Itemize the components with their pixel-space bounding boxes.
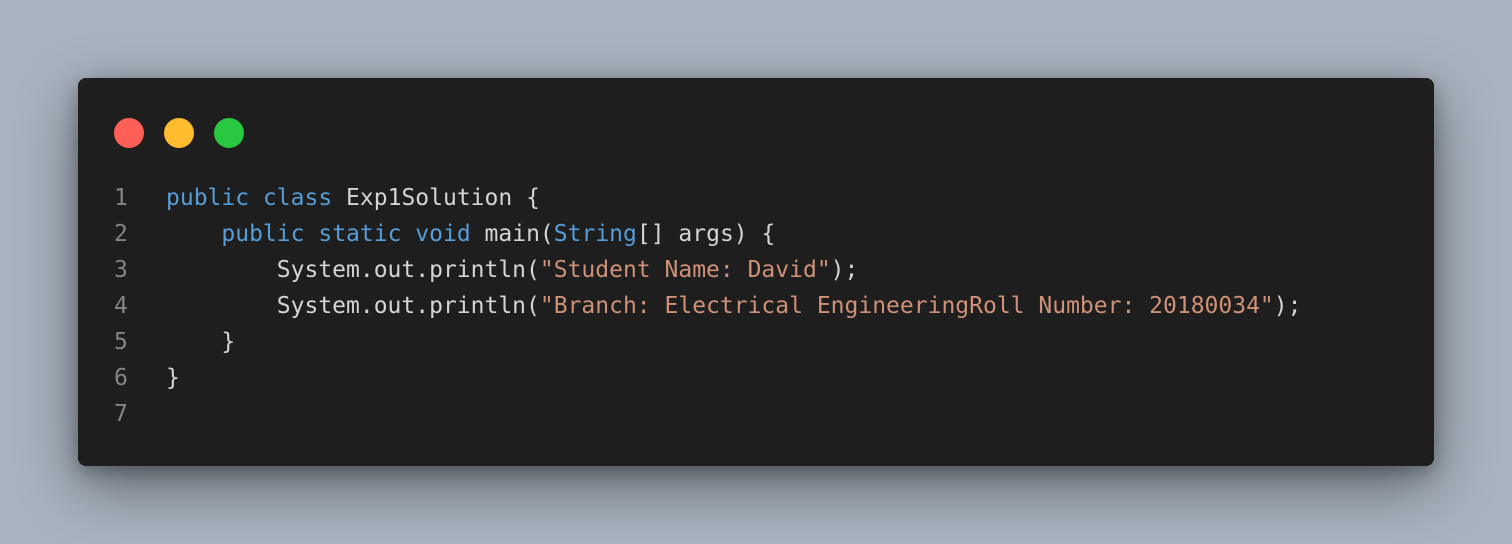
keyword-token: void [415, 221, 471, 247]
code-token: [] args) { [636, 221, 776, 247]
line-text: } [166, 324, 235, 360]
maximize-dot-icon[interactable] [214, 118, 244, 148]
code-line: 3 System.out.println("Student Name: Davi… [78, 252, 1434, 288]
line-number: 3 [114, 257, 128, 283]
code-line: 4 System.out.println("Branch: Electrical… [78, 288, 1434, 324]
line-number: 2 [114, 221, 128, 247]
line-number: 6 [114, 365, 128, 391]
code-token: System.out.println( [166, 293, 540, 319]
code-token: main( [470, 221, 554, 247]
keyword-token: class [262, 185, 333, 211]
code-line: 2 public static void main(String[] args)… [78, 216, 1434, 252]
close-dot-icon[interactable] [114, 118, 144, 148]
code-window: 1 public class Exp1Solution {2 public sta… [78, 78, 1434, 466]
code-token: } [166, 329, 236, 355]
code-line: 7 [78, 396, 1434, 432]
keyword-token: public [221, 221, 305, 247]
code-token: ); [1273, 293, 1302, 319]
window-controls [114, 118, 244, 148]
line-text: System.out.println("Branch: Electrical E… [166, 288, 1302, 324]
keyword-token: public [166, 185, 250, 211]
minimize-dot-icon[interactable] [164, 118, 194, 148]
line-number: 5 [114, 329, 128, 355]
line-number: 4 [114, 293, 128, 319]
code-line: 1 public class Exp1Solution { [78, 180, 1434, 216]
keyword-token: String [553, 221, 637, 247]
string-token: "Student Name: David" [539, 257, 831, 283]
code-token: System.out.println( [166, 257, 540, 283]
code-token: } [166, 365, 180, 391]
code-token: ); [830, 257, 859, 283]
code-editor[interactable]: 1 public class Exp1Solution {2 public sta… [78, 180, 1434, 432]
keyword-token: static [318, 221, 402, 247]
line-text: System.out.println("Student Name: David"… [166, 252, 859, 288]
line-text: } [166, 360, 180, 396]
code-line: 5 } [78, 324, 1434, 360]
string-token: "Branch: Electrical EngineeringRoll Numb… [539, 293, 1274, 319]
code-token: Exp1Solution { [332, 185, 540, 211]
code-line: 6} [78, 360, 1434, 396]
line-text: public static void main(String[] args) { [166, 216, 775, 252]
line-number: 1 [114, 185, 128, 211]
line-text: public class Exp1Solution { [166, 180, 540, 216]
line-number: 7 [114, 401, 128, 427]
